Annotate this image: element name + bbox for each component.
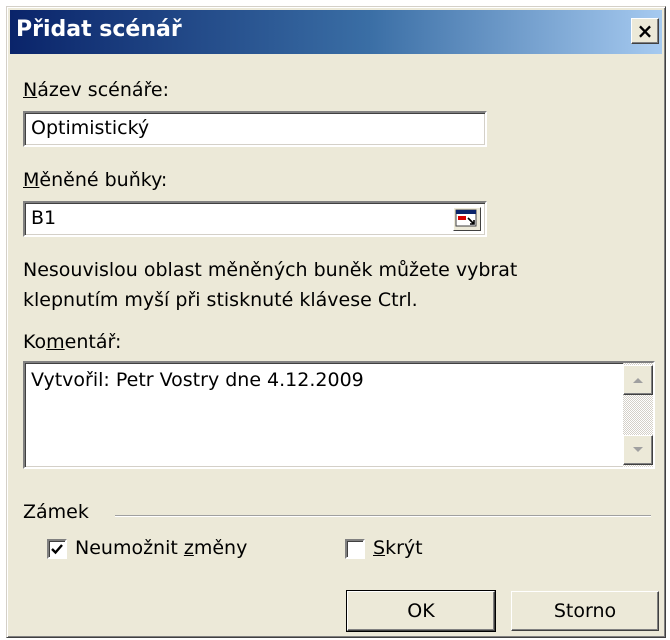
hide-checkbox[interactable] — [345, 539, 365, 559]
hint-line-1: Nesouvislou oblast měněných buněk můžete… — [23, 259, 518, 281]
collapse-dialog-glyph — [455, 209, 477, 227]
comment-scrollbar[interactable] — [623, 363, 653, 467]
hint-line-2: klepnutím myší při stisknuté klávese Ctr… — [23, 289, 418, 311]
close-button[interactable]: × — [631, 18, 659, 44]
close-icon: × — [636, 19, 654, 43]
prevent-changes-checkbox[interactable] — [47, 539, 67, 559]
lock-group-label: Zámek — [23, 501, 89, 523]
hide-label[interactable]: Skrýt — [373, 537, 423, 559]
scroll-up-button[interactable] — [623, 365, 653, 395]
add-scenario-dialog: Přidat scénář × Název scénáře: Optimisti… — [6, 6, 666, 638]
prevent-changes-label[interactable]: Neumožnit změny — [75, 537, 247, 559]
comment-label: Komentář: — [23, 331, 122, 353]
comment-textarea[interactable]: Vytvořil: Petr Vostry dne 4.12.2009 — [23, 361, 655, 469]
changing-cells-value: B1 — [31, 207, 57, 229]
comment-value: Vytvořil: Petr Vostry dne 4.12.2009 — [31, 369, 364, 391]
scroll-down-button[interactable] — [623, 435, 653, 465]
scenario-name-input[interactable]: Optimistický — [23, 111, 487, 147]
cancel-button[interactable]: Storno — [511, 591, 659, 631]
changing-cells-input[interactable]: B1 — [23, 201, 487, 237]
collapse-dialog-icon[interactable] — [453, 207, 481, 231]
changing-cells-label: Měněné buňky: — [23, 169, 168, 191]
scenario-name-label: Název scénáře: — [23, 79, 170, 101]
dialog-title: Přidat scénář — [16, 17, 182, 42]
arrow-down-icon — [633, 447, 643, 452]
checkmark-icon — [51, 544, 63, 555]
scenario-name-value: Optimistický — [31, 117, 150, 139]
lock-group-divider — [115, 515, 651, 517]
arrow-up-icon — [633, 378, 643, 383]
title-bar[interactable]: Přidat scénář × — [10, 10, 662, 54]
ok-button[interactable]: OK — [346, 590, 496, 632]
